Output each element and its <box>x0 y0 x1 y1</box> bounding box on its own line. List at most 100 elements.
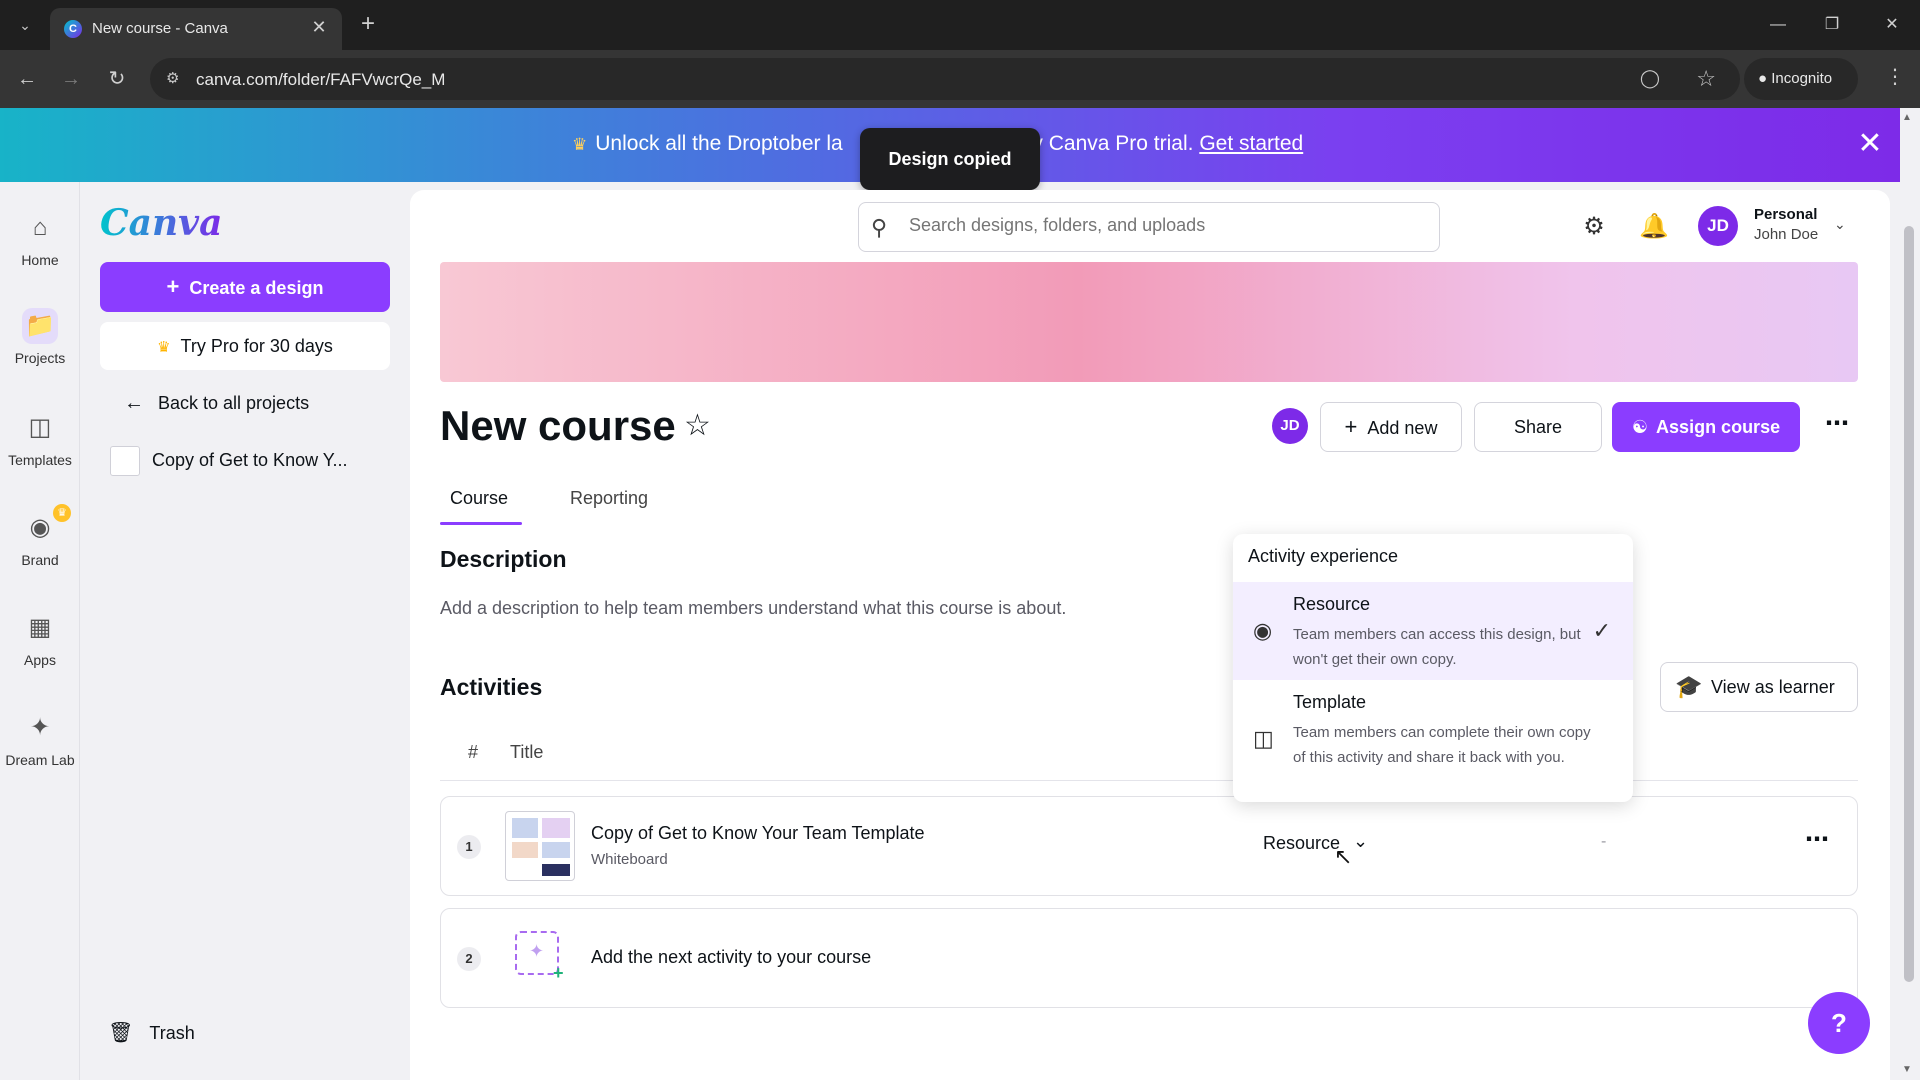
browser-toolbar: ← → ↻ ⚙ canva.com/folder/FAFVwcrQe_M ◯ ☆… <box>0 50 1920 108</box>
scrollbar-thumb[interactable] <box>1904 226 1914 982</box>
share-button[interactable]: Share <box>1474 402 1602 452</box>
account-user-name[interactable]: John Doe <box>1754 226 1818 243</box>
option-resource[interactable]: ◉ Resource Team members can access this … <box>1233 582 1633 680</box>
design-copied-toast: Design copied <box>860 128 1040 190</box>
rail-label-brand: Brand <box>21 552 59 568</box>
option-template[interactable]: ◫ Template Team members can complete the… <box>1233 680 1633 800</box>
left-rail: ⌂ Home 📁 Projects ◫ Templates ◉ ♛ Brand … <box>0 182 80 1080</box>
option-description: Team members can complete their own copy… <box>1293 724 1591 766</box>
canva-logo[interactable]: Canva <box>100 202 222 244</box>
address-bar[interactable]: ⚙ canva.com/folder/FAFVwcrQe_M ◯ ☆ <box>150 58 1740 100</box>
option-title: Resource <box>1293 594 1371 614</box>
activity-experience-dropdown: Activity experience ◉ Resource Team memb… <box>1233 534 1633 802</box>
templates-icon: ◫ <box>28 414 52 441</box>
active-tab-indicator <box>440 522 522 525</box>
tracking-protection-icon[interactable]: ◯ <box>1640 68 1660 89</box>
more-options-icon[interactable]: ⋯ <box>1816 402 1858 452</box>
mouse-cursor-icon: ↖ <box>1334 844 1353 869</box>
reload-icon[interactable]: ↻ <box>102 64 132 94</box>
rail-item-dream-lab[interactable]: ✦ Dream Lab <box>0 710 80 768</box>
chevron-down-icon[interactable]: ⌄ <box>1834 216 1846 233</box>
tab-list-button[interactable]: ⌄ <box>12 12 38 38</box>
rail-label-dream-lab: Dream Lab <box>5 752 75 768</box>
tab-close-icon[interactable]: ✕ <box>308 17 330 38</box>
tab-reporting[interactable]: Reporting <box>570 488 648 509</box>
search-input[interactable] <box>909 215 1409 236</box>
rail-item-brand[interactable]: ◉ ♛ Brand <box>0 504 80 568</box>
plus-icon: + <box>1344 414 1358 439</box>
account-avatar[interactable]: JD <box>1698 206 1738 246</box>
add-new-label: Add new <box>1367 418 1438 438</box>
add-new-button[interactable]: + Add new <box>1320 402 1462 452</box>
help-button[interactable]: ? <box>1808 992 1870 1054</box>
back-to-projects-link[interactable]: ← Back to all projects <box>124 392 309 415</box>
rail-item-templates[interactable]: ◫ Templates <box>0 410 80 468</box>
add-activity-row[interactable]: 2 ✦ + Add the next activity to your cour… <box>440 908 1858 1008</box>
plus-icon: + <box>166 274 180 299</box>
incognito-label: Incognito <box>1771 70 1833 87</box>
rail-item-projects[interactable]: 📁 Projects <box>0 308 80 366</box>
browser-tab[interactable]: C New course - Canva ✕ <box>50 8 342 50</box>
activity-title[interactable]: Copy of Get to Know Your Team Template <box>591 823 925 844</box>
incognito-badge[interactable]: ● Incognito <box>1744 58 1858 100</box>
page-title[interactable]: New course <box>440 402 676 450</box>
activity-status: - <box>1601 833 1607 850</box>
activity-experience-select[interactable]: Resource <box>1263 833 1340 854</box>
crown-icon: ♛ <box>157 339 171 356</box>
close-window-button[interactable]: ✕ <box>1872 10 1912 40</box>
star-icon[interactable]: ☆ <box>684 408 711 443</box>
activity-row[interactable]: 1 Copy of Get to Know Your Team Template… <box>440 796 1858 896</box>
search-icon: ⚲ <box>871 215 888 240</box>
view-as-learner-button[interactable]: 🎓 View as learner <box>1660 662 1858 712</box>
chevron-down-icon[interactable]: ⌄ <box>1353 831 1368 852</box>
minimize-button[interactable]: — <box>1758 10 1798 40</box>
get-started-link[interactable]: Get started <box>1199 132 1303 155</box>
rail-label-home: Home <box>21 252 59 268</box>
scroll-down-icon[interactable]: ▼ <box>1902 1064 1912 1075</box>
browser-tab-bar: ⌄ C New course - Canva ✕ + — ❐ ✕ <box>0 0 1920 50</box>
new-tab-button[interactable]: + <box>354 10 382 38</box>
description-input[interactable]: Add a description to help team members u… <box>440 598 1066 619</box>
notifications-bell-icon[interactable]: 🔔 <box>1638 212 1670 241</box>
forward-icon[interactable]: → <box>56 64 86 94</box>
trash-link[interactable]: 🗑 Trash <box>108 1020 195 1045</box>
settings-gear-icon[interactable]: ⚙ <box>1578 212 1610 241</box>
add-activity-icon: ✦ + <box>515 931 564 983</box>
view-as-learner-label: View as learner <box>1711 677 1835 697</box>
back-icon[interactable]: ← <box>12 64 42 94</box>
rail-item-home[interactable]: ⌂ Home <box>0 210 80 268</box>
option-title: Template <box>1293 692 1367 712</box>
close-banner-icon[interactable]: ✕ <box>1852 126 1888 162</box>
design-thumbnail <box>110 446 140 476</box>
recent-design-label: Copy of Get to Know Y... <box>152 449 348 470</box>
dropdown-heading: Activity experience <box>1248 546 1399 566</box>
assign-course-button[interactable]: ☯ Assign course <box>1612 402 1800 452</box>
create-design-button[interactable]: + Create a design <box>100 262 390 312</box>
arrow-left-icon: ← <box>124 392 144 414</box>
activity-more-icon[interactable]: ⋯ <box>1805 825 1829 854</box>
account-type[interactable]: Personal <box>1754 206 1817 223</box>
crown-icon: ♛ <box>572 135 588 154</box>
tab-course[interactable]: Course <box>450 488 508 509</box>
restore-button[interactable]: ❐ <box>1812 10 1852 40</box>
scroll-up-icon[interactable]: ▲ <box>1902 112 1912 123</box>
trash-label: Trash <box>149 1023 195 1043</box>
rail-label-templates: Templates <box>8 452 72 468</box>
browser-menu-icon[interactable]: ⋮ <box>1880 64 1910 89</box>
dream-lab-icon: ✦ <box>29 714 51 741</box>
sidebar-item-recent-design[interactable]: Copy of Get to Know Y... <box>110 446 347 476</box>
sparkle-icon: ✦ <box>529 941 545 961</box>
rail-item-apps[interactable]: ▦ Apps <box>0 610 80 668</box>
add-activity-label[interactable]: Add the next activity to your course <box>591 947 871 968</box>
try-pro-label: Try Pro for 30 days <box>180 336 333 356</box>
course-cover-banner <box>440 262 1858 382</box>
folder-icon: 📁 <box>22 308 58 344</box>
url-text[interactable]: canva.com/folder/FAFVwcrQe_M <box>196 70 445 90</box>
search-bar[interactable]: ⚲ <box>858 202 1440 252</box>
site-info-icon[interactable]: ⚙ <box>166 69 179 87</box>
bookmark-star-icon[interactable]: ☆ <box>1696 66 1716 92</box>
activities-heading: Activities <box>440 674 543 700</box>
try-pro-button[interactable]: ♛ Try Pro for 30 days <box>100 322 390 370</box>
owner-avatar[interactable]: JD <box>1272 408 1308 444</box>
rail-label-apps: Apps <box>24 652 56 668</box>
